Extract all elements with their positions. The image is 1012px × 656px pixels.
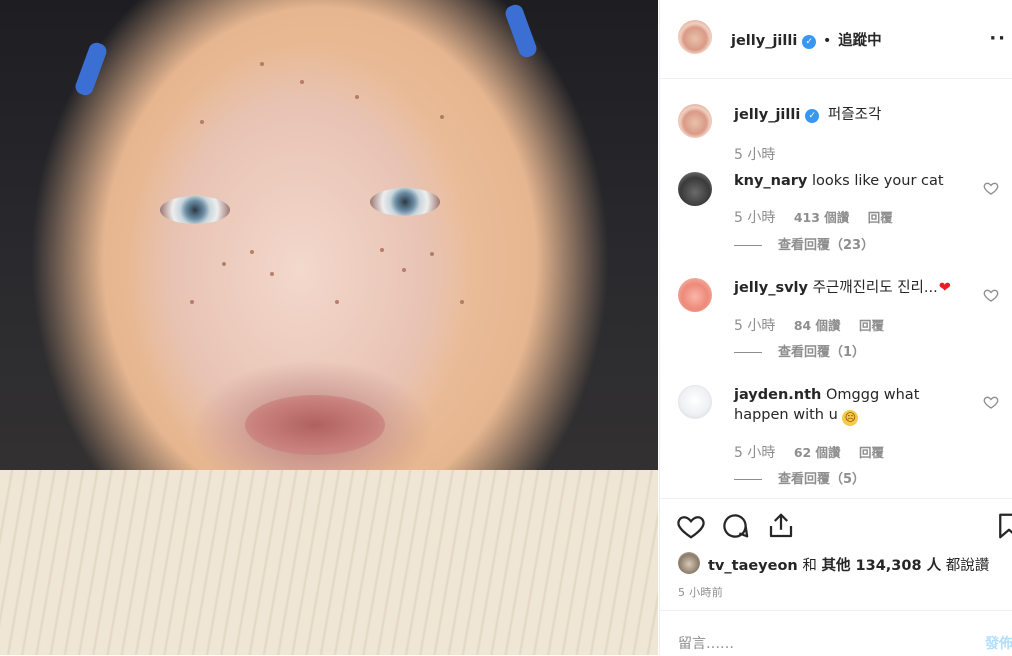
- verified-icon: ✓: [805, 109, 820, 123]
- header-separator: •: [822, 33, 832, 49]
- caption-username[interactable]: jelly_jilli: [734, 107, 800, 123]
- likes-connector: 和: [802, 558, 817, 574]
- comment-username[interactable]: jayden.nth: [734, 387, 821, 403]
- photo-freckle: [335, 300, 339, 304]
- post-timestamp[interactable]: 5 小時前: [678, 584, 723, 600]
- photo-freckle: [460, 300, 464, 304]
- comment-username[interactable]: kny_nary: [734, 173, 807, 189]
- comment-text: looks like your cat: [812, 173, 944, 189]
- comment-meta: 5 小時 84 個讚 回覆: [734, 315, 898, 335]
- view-replies-line: [734, 479, 762, 480]
- commenter-avatar[interactable]: [678, 172, 712, 206]
- view-replies-link[interactable]: 查看回覆（1）: [734, 341, 865, 360]
- comment-username[interactable]: jelly_svly: [734, 280, 808, 296]
- caption-text: 퍼즐조각: [827, 107, 882, 123]
- photo-freckle: [355, 95, 359, 99]
- comment-text-line: jelly_svly 주근깨진리도 진리...❤: [734, 278, 969, 298]
- comment-input[interactable]: 留言……: [678, 633, 734, 653]
- comment-text-line: jayden.nth Omggg what happen with u ☹: [734, 385, 969, 426]
- following-button[interactable]: 追蹤中: [838, 33, 882, 49]
- comment-like-heart-icon[interactable]: [983, 180, 999, 196]
- comment-like-heart-icon[interactable]: [983, 394, 999, 410]
- comment-composer: 留言…… 發佈: [660, 610, 1012, 656]
- comment-meta: 5 小時 62 個讚 回覆: [734, 442, 898, 462]
- comment-likes-count[interactable]: 413 個讚: [794, 210, 849, 225]
- red-heart-emoji-icon: ❤: [938, 280, 951, 296]
- view-replies-link[interactable]: 查看回覆（5）: [734, 468, 865, 487]
- likes-others-count[interactable]: 其他 134,308 人: [821, 558, 941, 574]
- photo-freckle: [300, 80, 304, 84]
- comment-like-heart-icon[interactable]: [983, 287, 999, 303]
- view-replies-label: 查看回覆（1）: [778, 345, 866, 360]
- comment-reply-button[interactable]: 回覆: [868, 210, 893, 225]
- comment-row: jayden.nth Omggg what happen with u ☹ 5 …: [660, 382, 1012, 492]
- sad-face-emoji-icon: ☹: [842, 410, 859, 426]
- share-upload-icon[interactable]: [766, 511, 796, 541]
- view-replies-link[interactable]: 查看回覆（23）: [734, 234, 874, 253]
- photo-freckle: [270, 272, 274, 276]
- photo-freckle: [380, 248, 384, 252]
- commenter-avatar[interactable]: [678, 278, 712, 312]
- photo-hair-clip-right: [503, 2, 539, 60]
- author-avatar[interactable]: [678, 20, 712, 54]
- like-heart-icon[interactable]: [676, 511, 706, 541]
- photo-freckle: [440, 115, 444, 119]
- photo-freckle: [222, 262, 226, 266]
- photo-eye-right: [370, 188, 440, 216]
- comment-reply-button[interactable]: 回覆: [859, 445, 884, 460]
- comment-time[interactable]: 5 小時: [734, 318, 775, 334]
- action-bar: [660, 498, 1012, 554]
- photo-freckle: [430, 252, 434, 256]
- header-user-line: jelly_jilli ✓ • 追蹤中: [731, 29, 882, 50]
- header-username[interactable]: jelly_jilli: [731, 33, 797, 49]
- photo-lips: [245, 395, 385, 455]
- post-photo[interactable]: [0, 0, 658, 655]
- view-replies-label: 查看回覆（23）: [778, 238, 875, 253]
- likes-suffix: 都說讚: [945, 558, 990, 574]
- comment-likes-count[interactable]: 62 個讚: [794, 445, 841, 460]
- comment-text-line: kny_nary looks like your cat: [734, 171, 969, 191]
- view-replies-line: [734, 352, 762, 353]
- liker-username[interactable]: tv_taeyeon: [708, 558, 798, 574]
- comment-bubble-icon[interactable]: [720, 511, 750, 541]
- comment-reply-button[interactable]: 回覆: [859, 318, 884, 333]
- comment-row: kny_nary looks like your cat 5 小時 413 個讚…: [660, 168, 1012, 258]
- liker-avatar[interactable]: [678, 552, 700, 574]
- comment-text: 주근깨진리도 진리...: [812, 280, 938, 296]
- photo-freckle: [402, 268, 406, 272]
- more-options-icon[interactable]: ··: [989, 30, 1007, 48]
- photo-hair-clip-left: [73, 40, 109, 98]
- verified-icon: ✓: [802, 35, 817, 49]
- post-side-panel: jelly_jilli ✓ • 追蹤中 ·· jelly_jilli ✓ 퍼즐조각 …: [659, 0, 1012, 655]
- caption-text-line: jelly_jilli ✓ 퍼즐조각: [734, 105, 881, 125]
- comment-time[interactable]: 5 小時: [734, 445, 775, 461]
- photo-freckle: [260, 62, 264, 66]
- photo-shirt: [0, 470, 658, 655]
- comment-time[interactable]: 5 小時: [734, 210, 775, 226]
- comment-row: jelly_svly 주근깨진리도 진리...❤ 5 小時 84 個讚 回覆 查…: [660, 275, 1012, 365]
- likes-summary: tv_taeyeon 和 其他 134,308 人 都說讚: [660, 550, 1012, 580]
- save-bookmark-icon[interactable]: [994, 511, 1012, 541]
- caption-row: jelly_jilli ✓ 퍼즐조각 5 小時: [660, 100, 1012, 170]
- photo-freckle: [200, 120, 204, 124]
- photo-eye-left: [160, 196, 230, 224]
- post-header: jelly_jilli ✓ • 追蹤中 ··: [660, 0, 1012, 79]
- commenter-avatar[interactable]: [678, 385, 712, 419]
- caption-avatar[interactable]: [678, 104, 712, 138]
- photo-freckle: [250, 250, 254, 254]
- comment-likes-count[interactable]: 84 個讚: [794, 318, 841, 333]
- likes-text-line: tv_taeyeon 和 其他 134,308 人 都說讚: [708, 554, 989, 575]
- post-comment-button[interactable]: 發佈: [985, 633, 1012, 653]
- photo-freckle: [190, 300, 194, 304]
- caption-time[interactable]: 5 小時: [734, 144, 775, 164]
- comment-meta: 5 小時 413 個讚 回覆: [734, 207, 907, 227]
- view-replies-label: 查看回覆（5）: [778, 472, 866, 487]
- view-replies-line: [734, 245, 762, 246]
